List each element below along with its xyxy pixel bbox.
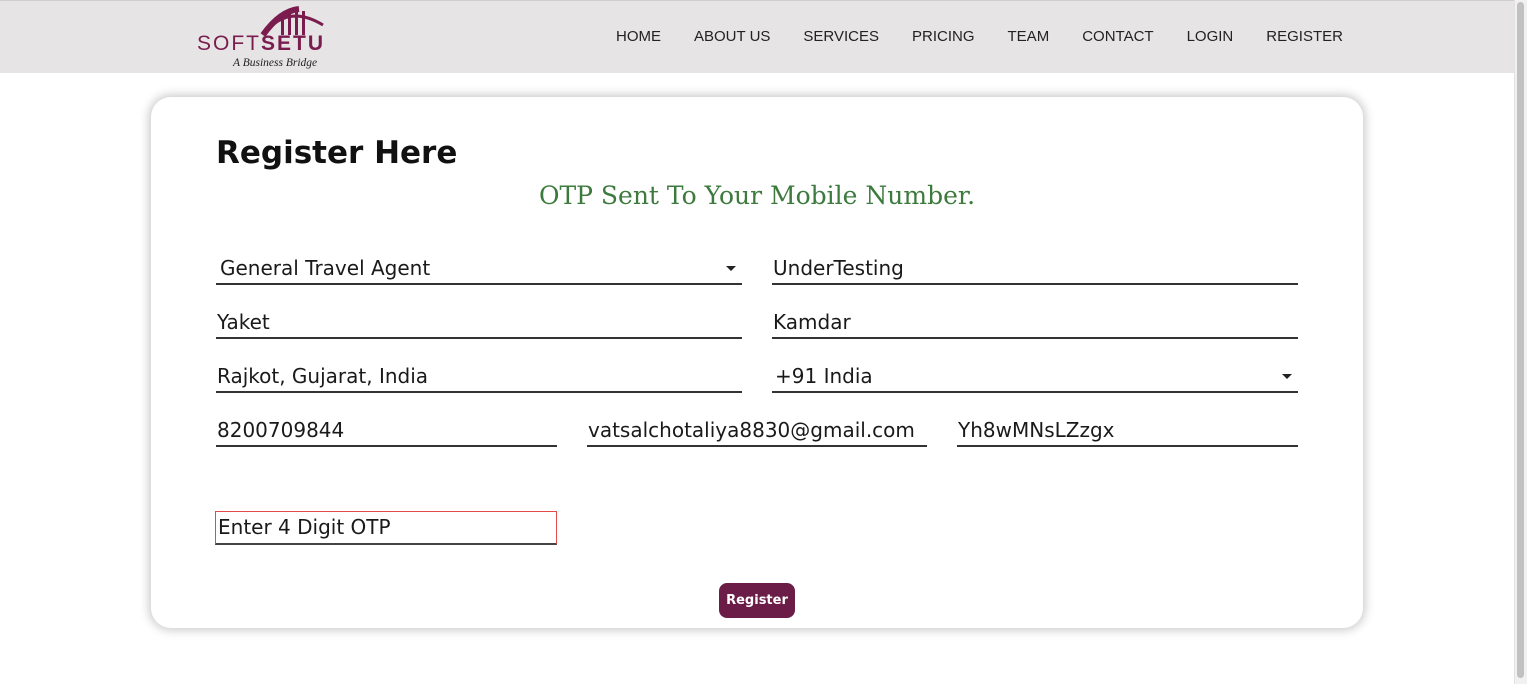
company-name-field[interactable]: UnderTesting: [772, 253, 1298, 285]
register-button[interactable]: Register: [719, 583, 795, 618]
first-name-field[interactable]: Yaket: [216, 307, 742, 339]
page: SOFTSETU A Business Bridge HOME ABOUT US…: [0, 0, 1527, 684]
last-name-field[interactable]: Kamdar: [772, 307, 1298, 339]
password-value: Yh8wMNsLZzgx: [958, 418, 1115, 442]
page-title: Register Here: [216, 135, 458, 171]
nav-home[interactable]: HOME: [616, 28, 661, 45]
chevron-down-icon: [1282, 374, 1292, 379]
mobile-value: 8200709844: [217, 418, 345, 442]
company-name-value: UnderTesting: [773, 256, 904, 280]
location-field[interactable]: Rajkot, Gujarat, India: [216, 361, 742, 393]
location-value: Rajkot, Gujarat, India: [217, 364, 429, 388]
scrollbar-thumb[interactable]: [1517, 2, 1524, 678]
nav-pricing[interactable]: PRICING: [912, 28, 975, 45]
agent-type-value: General Travel Agent: [220, 256, 431, 280]
logo-tagline: A Business Bridge: [233, 57, 318, 69]
register-card: Register Here OTP Sent To Your Mobile Nu…: [151, 97, 1363, 628]
first-name-value: Yaket: [217, 310, 270, 334]
nav-services[interactable]: SERVICES: [803, 28, 879, 45]
logo[interactable]: SOFTSETU A Business Bridge: [197, 5, 332, 71]
country-code-value: +91 India: [775, 364, 873, 388]
chevron-down-icon: [726, 266, 736, 271]
country-code-select[interactable]: +91 India: [772, 361, 1298, 393]
nav-contact[interactable]: CONTACT: [1082, 28, 1153, 45]
nav-register[interactable]: REGISTER: [1266, 28, 1343, 45]
logo-wordmark: SOFTSETU: [197, 32, 325, 56]
email-value: vatsalchotaliya8830@gmail.com: [588, 418, 915, 442]
main-nav: HOME ABOUT US SERVICES PRICING TEAM CONT…: [616, 28, 1376, 45]
password-field[interactable]: Yh8wMNsLZzgx: [957, 415, 1298, 447]
nav-login[interactable]: LOGIN: [1187, 28, 1234, 45]
nav-team[interactable]: TEAM: [1008, 28, 1050, 45]
logo-soft-text: SOFT: [197, 32, 261, 55]
vertical-scrollbar[interactable]: [1514, 0, 1527, 684]
email-field[interactable]: vatsalchotaliya8830@gmail.com: [587, 415, 927, 447]
logo-setu-text: SETU: [261, 32, 326, 55]
nav-about-us[interactable]: ABOUT US: [694, 28, 770, 45]
mobile-field[interactable]: 8200709844: [216, 415, 557, 447]
otp-status-message: OTP Sent To Your Mobile Number.: [538, 181, 976, 210]
last-name-value: Kamdar: [773, 310, 851, 334]
otp-input[interactable]: Enter 4 Digit OTP: [215, 511, 557, 545]
agent-type-select[interactable]: General Travel Agent: [216, 253, 742, 285]
site-header: SOFTSETU A Business Bridge HOME ABOUT US…: [0, 0, 1515, 73]
